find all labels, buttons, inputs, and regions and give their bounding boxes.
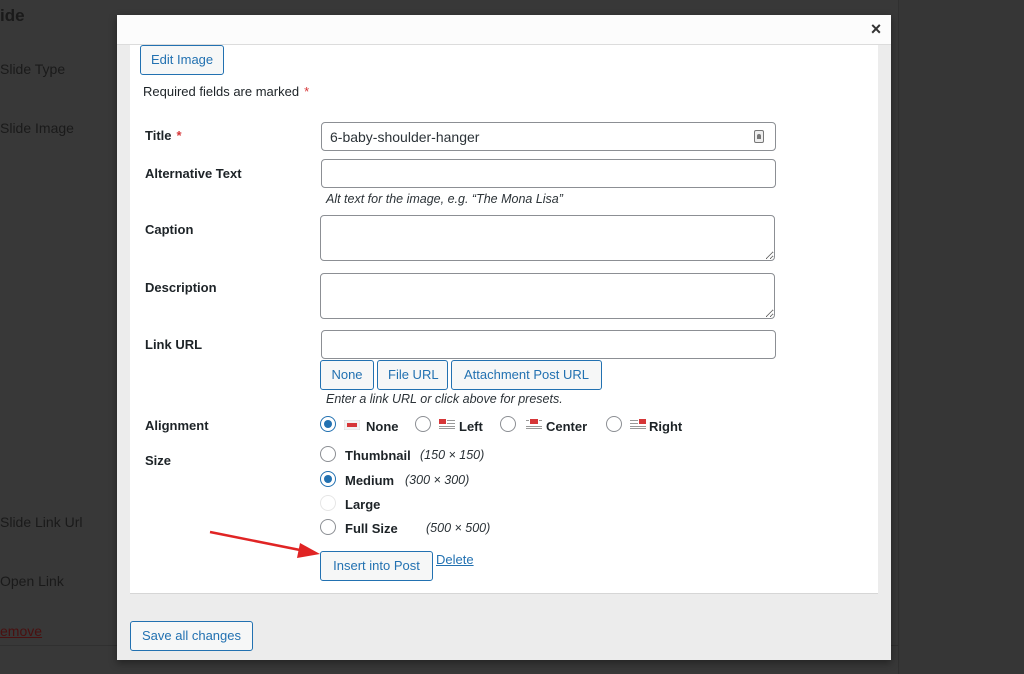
align-right-icon <box>630 419 646 429</box>
size-thumbnail-label[interactable]: Thumbnail <box>345 448 411 463</box>
background-field-label: Slide Image <box>0 120 74 136</box>
media-modal: × Edit Image Required fields are marked *… <box>117 15 891 660</box>
caption-label: Caption <box>145 222 194 237</box>
size-thumbnail-dims: (150 × 150) <box>420 448 485 462</box>
size-medium-radio[interactable] <box>320 471 336 487</box>
close-icon[interactable]: × <box>867 20 885 38</box>
contact-card-icon[interactable] <box>754 130 764 143</box>
background-remove-link: emove <box>0 623 43 639</box>
alignment-center-label[interactable]: Center <box>546 419 587 434</box>
size-label: Size <box>145 453 172 468</box>
edit-image-button[interactable]: Edit Image <box>140 45 225 75</box>
alt-text-label: Alternative Text <box>145 166 242 181</box>
size-large-radio <box>320 495 336 511</box>
caption-textarea[interactable] <box>320 215 775 261</box>
alt-text-hint: Alt text for the image, e.g. “The Mona L… <box>326 192 563 206</box>
delete-link[interactable]: Delete <box>436 552 474 567</box>
background-field-label: Slide Link Url <box>0 514 83 530</box>
modal-header: × <box>117 15 891 45</box>
size-thumbnail-radio[interactable] <box>320 446 336 462</box>
title-label: Title * <box>145 128 182 143</box>
required-marker: * <box>176 128 182 143</box>
size-full-label[interactable]: Full Size <box>345 521 398 536</box>
align-left-icon <box>439 419 455 429</box>
description-label: Description <box>145 280 217 295</box>
attachment-details-card: Edit Image Required fields are marked * T… <box>130 45 878 594</box>
required-note: Required fields are marked * <box>143 84 309 99</box>
description-textarea[interactable] <box>320 273 775 319</box>
alt-text-input[interactable] <box>321 159 776 188</box>
size-large-label: Large <box>345 497 381 512</box>
link-preset-attachment-post-url-button[interactable]: Attachment Post URL <box>451 360 602 390</box>
size-full-dims: (500 × 500) <box>426 521 491 535</box>
background-sidebar <box>898 0 1024 674</box>
link-url-hint: Enter a link URL or click above for pres… <box>326 392 563 406</box>
alignment-center-radio[interactable] <box>500 416 516 432</box>
size-medium-label[interactable]: Medium <box>345 473 394 488</box>
background-field-label: Open Link <box>0 573 64 589</box>
link-url-label: Link URL <box>145 337 203 352</box>
alignment-left-label[interactable]: Left <box>459 419 483 434</box>
align-center-icon <box>526 419 542 429</box>
save-all-changes-button[interactable]: Save all changes <box>130 621 253 651</box>
size-medium-dims: (300 × 300) <box>405 473 470 487</box>
required-marker: * <box>304 84 310 99</box>
insert-into-post-button[interactable]: Insert into Post <box>320 551 433 581</box>
alignment-none-radio[interactable] <box>320 416 336 432</box>
align-none-icon <box>344 420 360 430</box>
alignment-left-radio[interactable] <box>415 416 431 432</box>
alignment-label: Alignment <box>145 418 209 433</box>
alignment-right-radio[interactable] <box>606 416 622 432</box>
link-preset-none-button[interactable]: None <box>320 360 374 390</box>
alignment-right-label[interactable]: Right <box>649 419 682 434</box>
required-note-text: Required fields are marked <box>143 84 300 99</box>
background-field-label: Slide Type <box>0 61 66 77</box>
link-url-input[interactable] <box>321 330 776 359</box>
title-input[interactable] <box>321 122 776 151</box>
size-full-radio[interactable] <box>320 519 336 535</box>
background-heading: ide <box>0 6 25 25</box>
title-label-text: Title <box>145 128 172 143</box>
alignment-none-label[interactable]: None <box>366 419 399 434</box>
link-preset-file-url-button[interactable]: File URL <box>377 360 448 390</box>
